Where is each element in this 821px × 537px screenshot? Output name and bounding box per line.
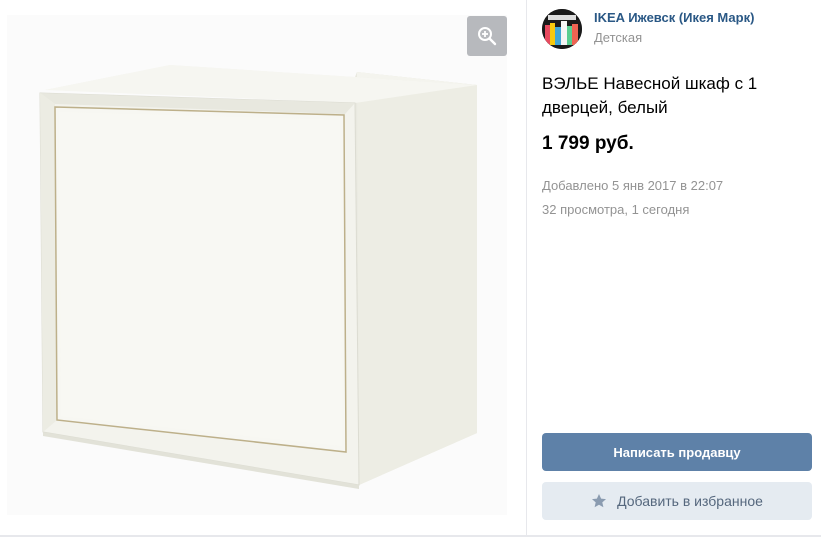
star-icon — [591, 493, 607, 509]
seller-category: Детская — [594, 30, 643, 45]
seller-name-link[interactable]: IKEA Ижевск (Икея Марк) — [594, 10, 754, 25]
add-to-favorites-button[interactable]: Добавить в избранное — [542, 482, 812, 520]
item-price: 1 799 руб. — [542, 133, 634, 154]
product-image-area — [0, 0, 527, 537]
contact-seller-button[interactable]: Написать продавцу — [542, 433, 812, 471]
market-item-card: IKEA Ижевск (Икея Марк) Детская ВЭЛЬЕ На… — [0, 0, 821, 537]
seller-avatar[interactable] — [542, 9, 582, 49]
view-count: 32 просмотра, 1 сегодня — [542, 202, 690, 217]
cabinet-illustration — [39, 65, 477, 489]
item-info-panel: IKEA Ижевск (Икея Марк) Детская ВЭЛЬЕ На… — [527, 0, 821, 537]
added-date: Добавлено 5 янв 2017 в 22:07 — [542, 178, 724, 193]
add-to-favorites-label: Добавить в избранное — [617, 493, 763, 509]
store-avatar-icon — [542, 9, 582, 49]
zoom-in-icon — [478, 27, 497, 46]
product-image[interactable] — [7, 15, 507, 515]
zoom-button[interactable] — [467, 16, 507, 56]
item-title: ВЭЛЬЕ Навесной шкаф с 1 дверцей, белый — [542, 74, 758, 117]
contact-seller-label: Написать продавцу — [613, 444, 741, 460]
